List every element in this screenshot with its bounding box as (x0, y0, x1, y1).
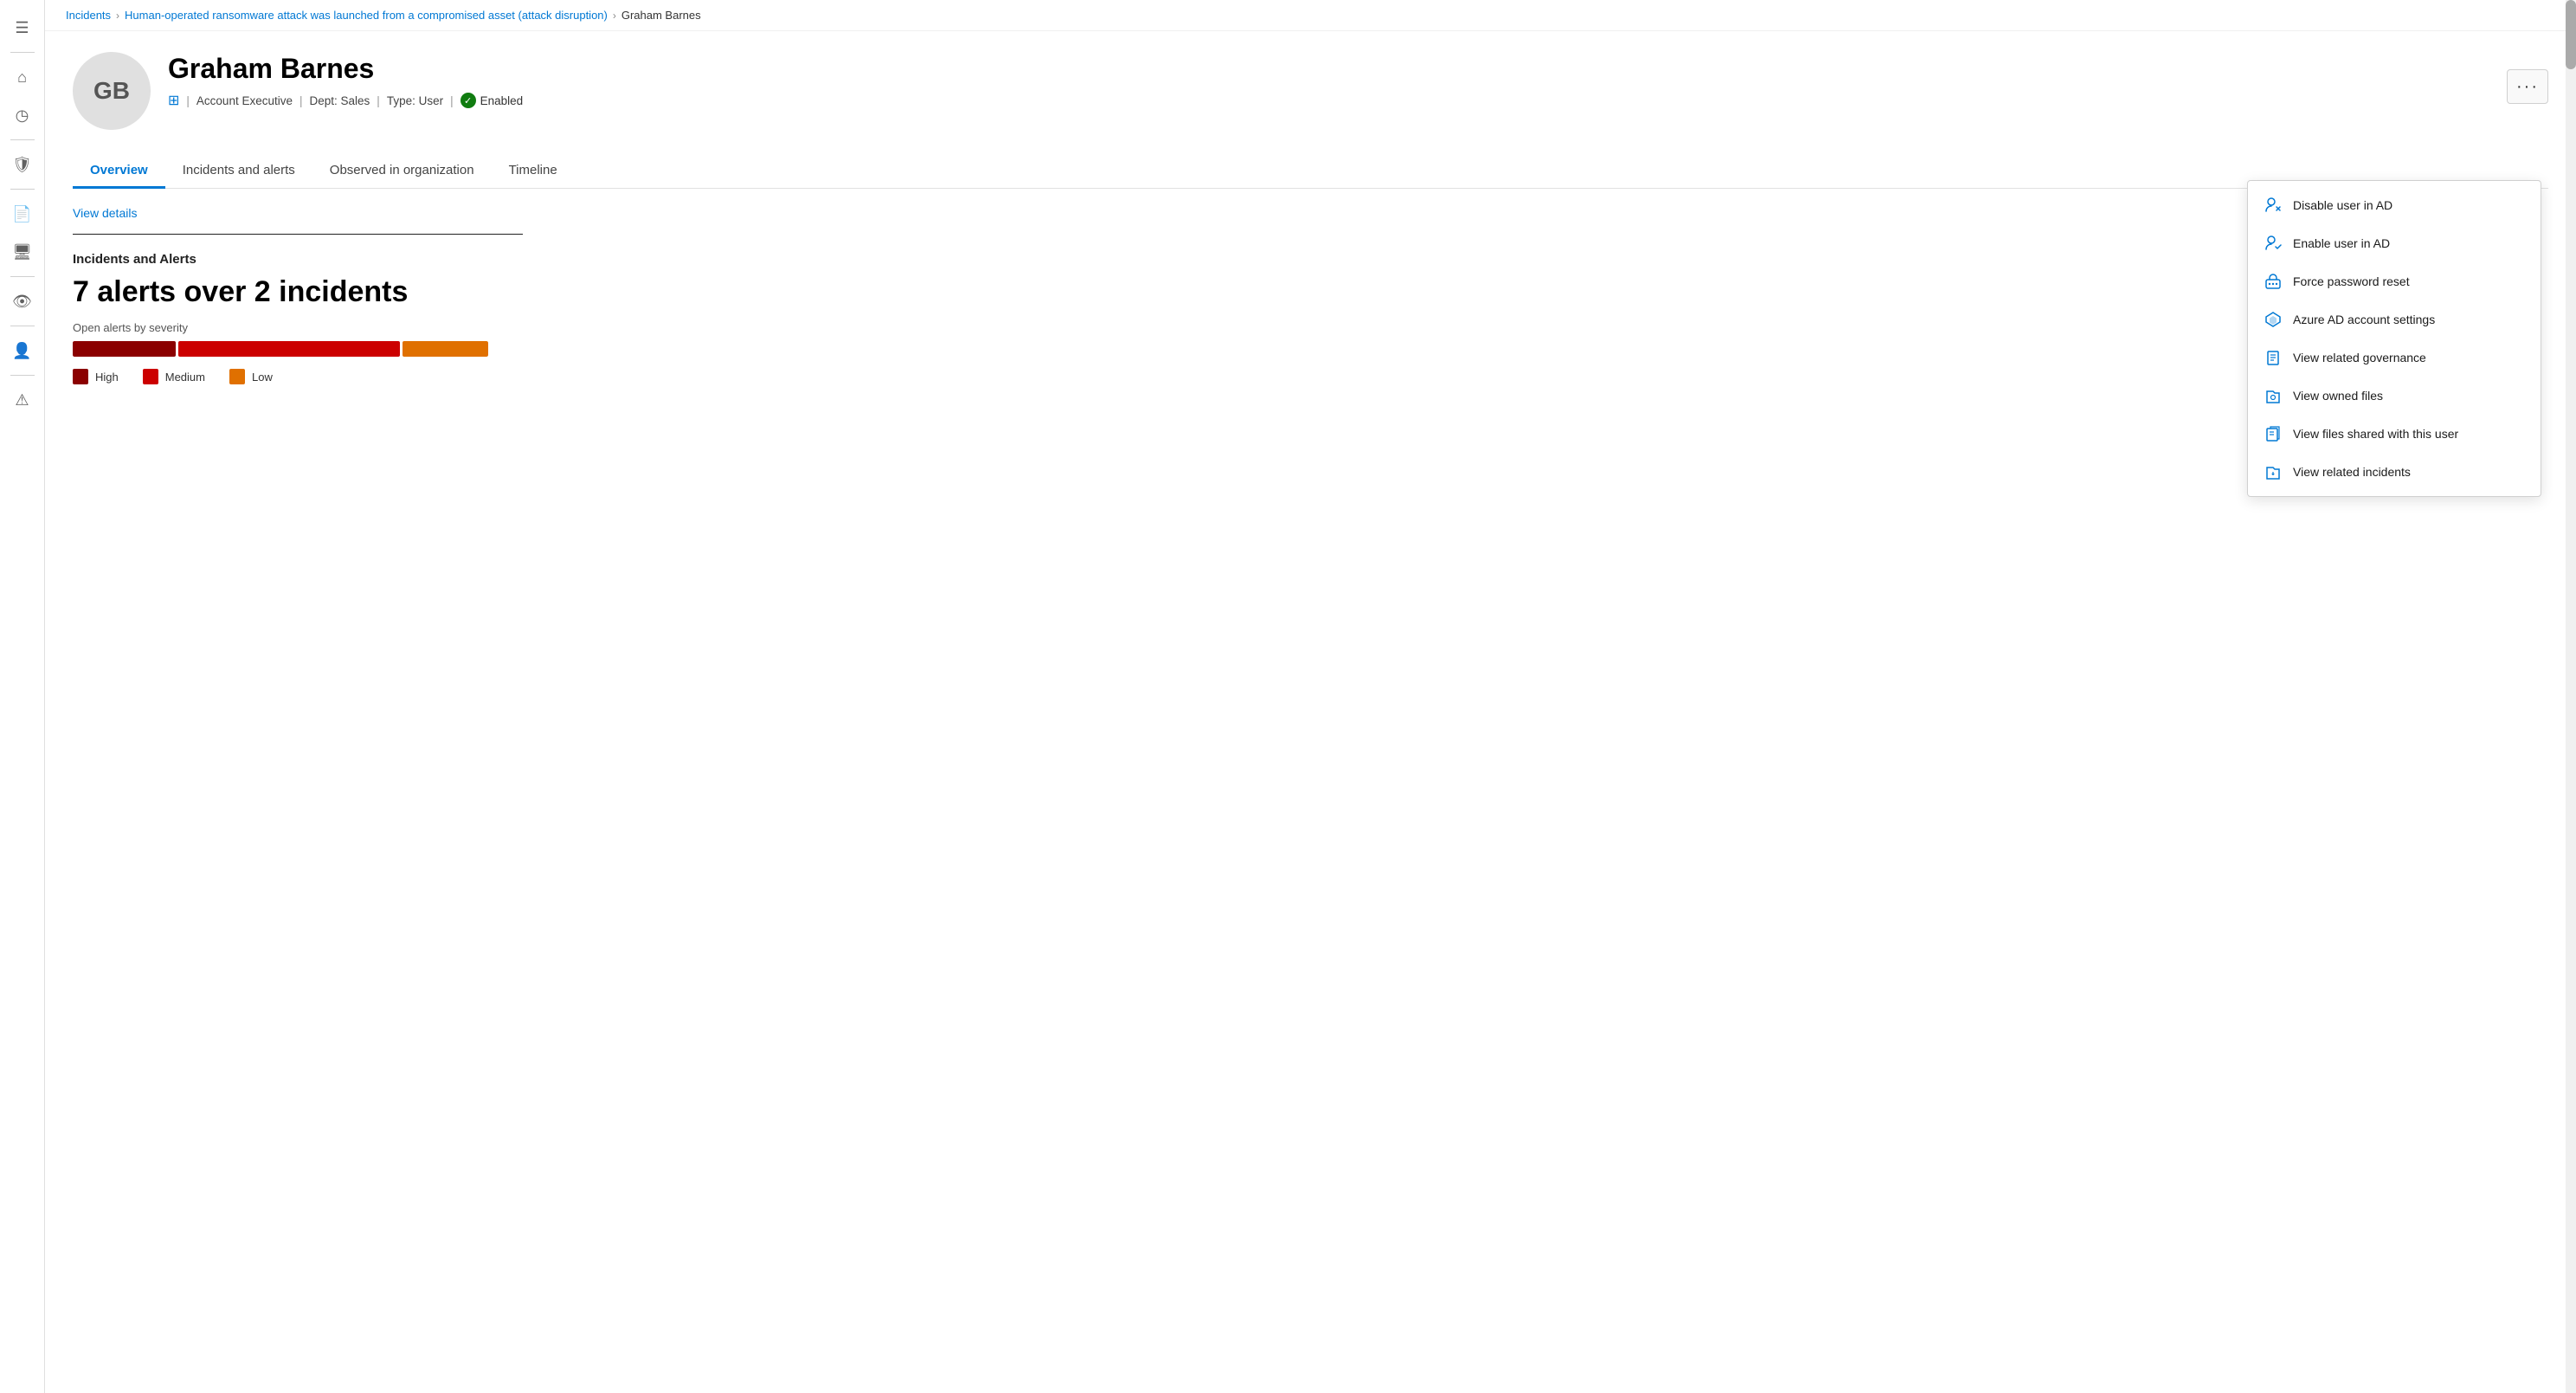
scrollbar[interactable] (2566, 0, 2576, 1393)
profile-dept: Dept: Sales (310, 94, 370, 107)
sep-1: | (186, 94, 190, 107)
breadcrumb-sep-1: › (116, 10, 119, 22)
severity-medium-bar (178, 341, 401, 357)
person-icon[interactable]: 👤 (5, 333, 40, 368)
azure-ad-icon (2264, 310, 2283, 329)
sep-4: | (450, 94, 454, 107)
dropdown-label-related-incidents: View related incidents (2293, 465, 2411, 479)
dropdown-label-governance: View related governance (2293, 351, 2426, 364)
legend-medium-color (143, 369, 158, 384)
sidebar-divider-6 (10, 375, 35, 376)
profile-role: Account Executive (196, 94, 293, 107)
legend-low-color (229, 369, 245, 384)
sidebar: ☰ ⌂ ◷ 🛡 📄 🖥 👁 👤 ⚠ (0, 0, 45, 1393)
severity-high-bar (73, 341, 176, 357)
file-icon[interactable]: 📄 (5, 197, 40, 231)
legend-low: Low (229, 369, 273, 384)
sep-2: | (299, 94, 303, 107)
legend-high-label: High (95, 371, 119, 384)
governance-icon (2264, 348, 2283, 367)
severity-low-bar (402, 341, 488, 357)
org-icon: ⊞ (168, 92, 179, 109)
tab-timeline[interactable]: Timeline (492, 154, 575, 189)
tab-incidents-alerts[interactable]: Incidents and alerts (165, 154, 312, 189)
avatar: GB (73, 52, 151, 130)
force-password-icon (2264, 272, 2283, 291)
dropdown-item-owned-files[interactable]: View owned files (2248, 377, 2541, 415)
scrollbar-thumb[interactable] (2566, 0, 2576, 69)
tab-observed[interactable]: Observed in organization (312, 154, 492, 189)
view-details-link[interactable]: View details (73, 206, 137, 220)
dropdown-label-azure-ad: Azure AD account settings (2293, 313, 2435, 326)
enabled-dot: ✓ (460, 93, 476, 108)
severity-legend: High Medium Low (73, 369, 2548, 384)
clock-icon[interactable]: ◷ (5, 98, 40, 132)
hamburger-icon[interactable]: ☰ (5, 10, 40, 45)
disable-user-icon (2264, 196, 2283, 215)
shield-alert-icon[interactable]: ⚠ (5, 383, 40, 417)
legend-medium: Medium (143, 369, 205, 384)
home-icon[interactable]: ⌂ (5, 60, 40, 94)
legend-low-label: Low (252, 371, 273, 384)
dropdown-label-shared-files: View files shared with this user (2293, 427, 2458, 441)
shield-icon[interactable]: 🛡 (5, 147, 40, 182)
breadcrumb-sep-2: › (613, 10, 616, 22)
sep-3: | (377, 94, 380, 107)
incidents-alerts-section: Incidents and Alerts 7 alerts over 2 inc… (73, 252, 2548, 384)
dropdown-label-disable-user: Disable user in AD (2293, 198, 2392, 212)
sidebar-divider-4 (10, 276, 35, 277)
dropdown-label-owned-files: View owned files (2293, 389, 2383, 403)
legend-medium-label: Medium (165, 371, 205, 384)
dropdown-item-governance[interactable]: View related governance (2248, 339, 2541, 377)
page-content: GB Graham Barnes ⊞ | Account Executive |… (45, 31, 2576, 1393)
dropdown-item-enable-user[interactable]: Enable user in AD (2248, 224, 2541, 262)
legend-high: High (73, 369, 119, 384)
dropdown-menu: Disable user in AD Enable user in AD (2247, 180, 2541, 497)
incidents-alerts-title: Incidents and Alerts (73, 252, 2548, 267)
breadcrumb-current: Graham Barnes (621, 9, 701, 22)
breadcrumb: Incidents › Human-operated ransomware at… (45, 0, 2576, 31)
profile-header: GB Graham Barnes ⊞ | Account Executive |… (73, 52, 2548, 130)
sidebar-divider-3 (10, 189, 35, 190)
legend-high-color (73, 369, 88, 384)
sidebar-divider-2 (10, 139, 35, 140)
dropdown-item-force-password[interactable]: Force password reset (2248, 262, 2541, 300)
main-content: Incidents › Human-operated ransomware at… (45, 0, 2576, 1393)
dropdown-label-force-password: Force password reset (2293, 274, 2410, 288)
monitor-icon[interactable]: 🖥 (5, 235, 40, 269)
breadcrumb-incidents[interactable]: Incidents (66, 9, 111, 22)
section-divider (73, 234, 523, 235)
profile-name: Graham Barnes (168, 52, 2489, 85)
profile-info: Graham Barnes ⊞ | Account Executive | De… (168, 52, 2489, 109)
eye-shield-icon[interactable]: 👁 (5, 284, 40, 319)
dropdown-item-related-incidents[interactable]: View related incidents (2248, 453, 2541, 491)
severity-label: Open alerts by severity (73, 321, 2548, 334)
dropdown-item-shared-files[interactable]: View files shared with this user (2248, 415, 2541, 453)
related-incidents-icon (2264, 462, 2283, 481)
profile-type: Type: User (387, 94, 443, 107)
dropdown-item-azure-ad[interactable]: Azure AD account settings (2248, 300, 2541, 339)
severity-bar (73, 341, 488, 357)
tab-overview[interactable]: Overview (73, 154, 165, 189)
alerts-headline: 7 alerts over 2 incidents (73, 275, 2548, 309)
dropdown-item-disable-user[interactable]: Disable user in AD (2248, 186, 2541, 224)
profile-status: Enabled (480, 94, 524, 107)
dropdown-label-enable-user: Enable user in AD (2293, 236, 2390, 250)
shared-files-icon (2264, 424, 2283, 443)
tab-bar: Overview Incidents and alerts Observed i… (73, 154, 2548, 189)
enabled-badge: ✓ Enabled (460, 93, 524, 108)
enable-user-icon (2264, 234, 2283, 253)
profile-meta: ⊞ | Account Executive | Dept: Sales | Ty… (168, 92, 2489, 109)
owned-files-icon (2264, 386, 2283, 405)
more-options-button[interactable]: ··· (2507, 69, 2548, 104)
breadcrumb-incident-title[interactable]: Human-operated ransomware attack was lau… (125, 9, 608, 22)
sidebar-divider-1 (10, 52, 35, 53)
